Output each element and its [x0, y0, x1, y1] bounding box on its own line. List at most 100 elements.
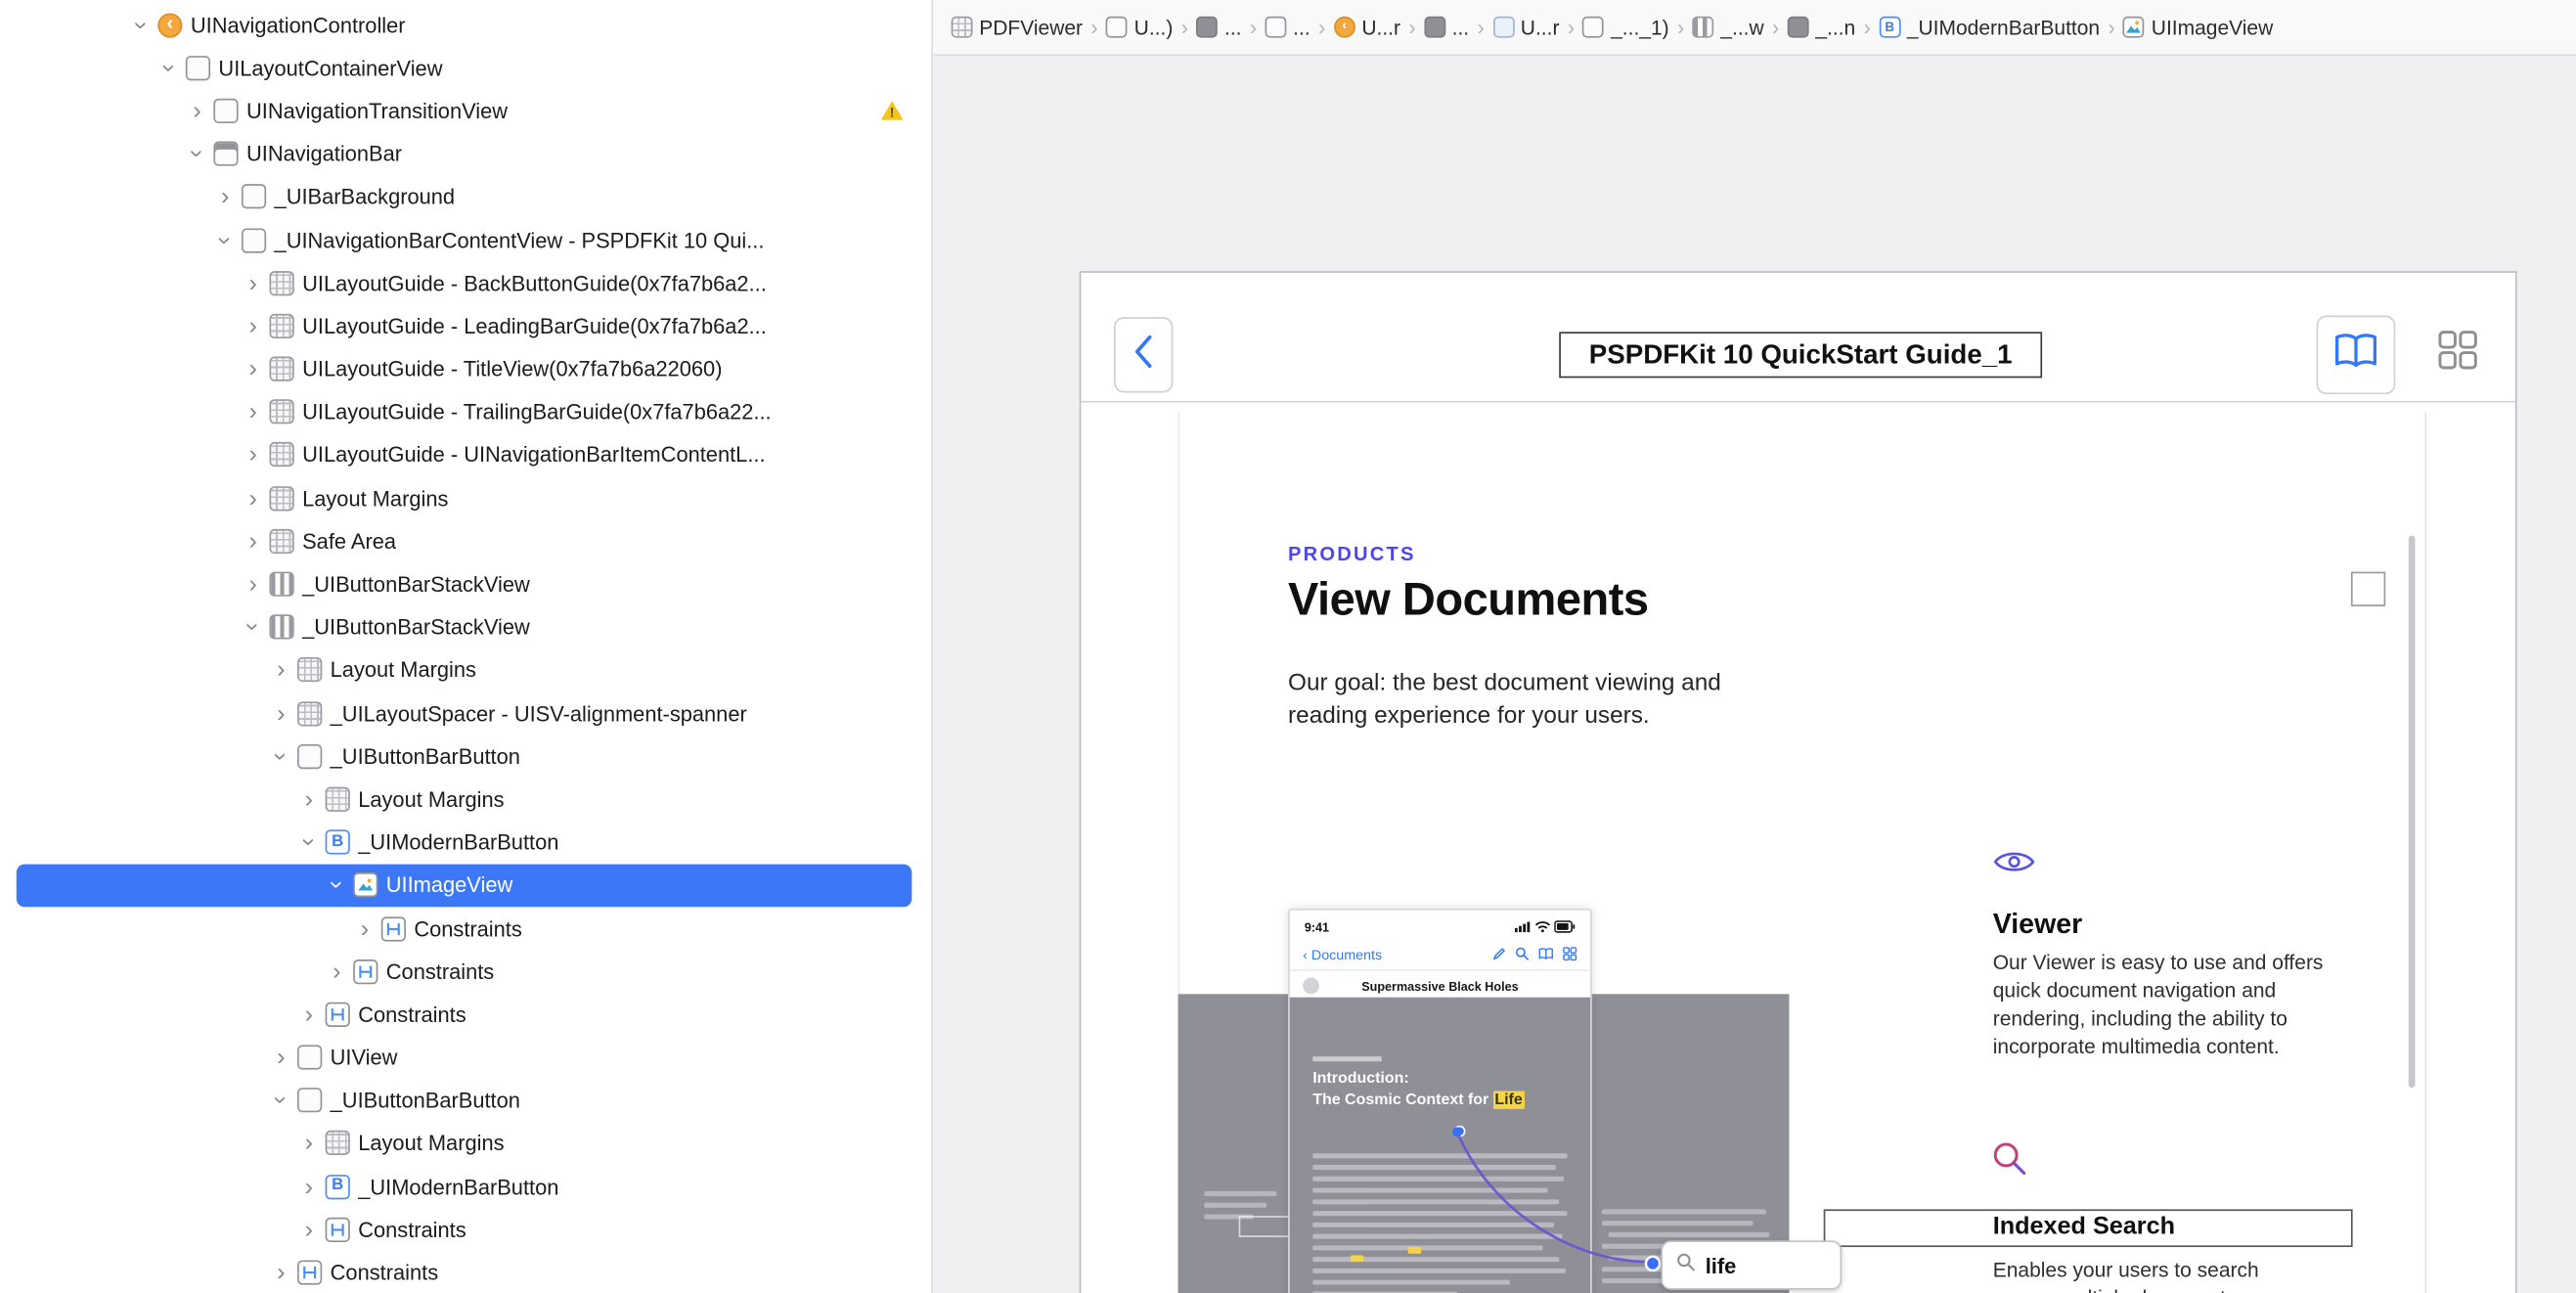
tree-row[interactable]: ›Constraints — [0, 1251, 932, 1293]
jumpbar-item[interactable]: ‹U...r — [1334, 16, 1400, 39]
jumpbar-item-label: ... — [1452, 16, 1470, 39]
tree-row[interactable]: ›Constraints — [0, 1208, 932, 1251]
grid-icon[interactable] — [1563, 947, 1577, 961]
debug-canvas[interactable]: PSPDFKit 10 QuickStart Guide_1 PRODUCTS … — [933, 56, 2576, 1293]
tree-row[interactable]: › Layout Margins — [0, 778, 932, 821]
phone-back-button[interactable]: ‹ Documents — [1303, 946, 1382, 962]
disclosure-triangle[interactable]: › — [156, 58, 181, 77]
tree-row[interactable]: › UIView — [0, 1036, 932, 1079]
disclosure-triangle[interactable]: › — [213, 230, 238, 249]
disclosure-triangle[interactable]: › — [296, 832, 321, 852]
disclosure-triangle[interactable]: › — [244, 443, 263, 468]
scrollbar[interactable] — [2409, 536, 2416, 1088]
jumpbar-item[interactable]: _..._1) — [1583, 16, 1669, 39]
app-snapshot[interactable]: PSPDFKit 10 QuickStart Guide_1 PRODUCTS … — [1080, 271, 2517, 1293]
disclosure-triangle[interactable]: › — [325, 875, 349, 895]
disclosure-triangle[interactable]: › — [271, 1046, 290, 1070]
tree-row[interactable]: ›UINavigationBar — [0, 132, 932, 175]
disclosure-triangle[interactable]: › — [244, 486, 263, 511]
text-line-placeholder — [1312, 1177, 1564, 1181]
tree-row[interactable]: ›Constraints — [0, 950, 932, 993]
tree-row[interactable]: ›‹UINavigationController — [0, 3, 932, 46]
tree-row-label: Layout Margins — [358, 787, 504, 812]
disclosure-triangle[interactable]: › — [355, 916, 375, 941]
annotation-dot[interactable] — [1454, 1126, 1466, 1137]
tree-row[interactable]: ›UILayoutContainerView — [0, 46, 932, 89]
jumpbar-item[interactable]: _...w — [1693, 16, 1764, 39]
warning-icon[interactable]: ! — [880, 101, 904, 120]
tree-row[interactable]: ›B_UIModernBarButton — [0, 1165, 932, 1208]
tree-row[interactable]: ›UILayoutGuide - UINavigationBarItemCont… — [0, 433, 932, 476]
tree-row[interactable]: ›Layout Margins — [0, 1122, 932, 1165]
tree-row[interactable]: ›Constraints — [0, 907, 932, 950]
disclosure-triangle[interactable]: › — [129, 15, 154, 34]
disclosure-triangle[interactable]: › — [188, 99, 207, 123]
disclosure-triangle[interactable]: › — [299, 1175, 319, 1199]
tree-row[interactable]: ›UILayoutGuide - TrailingBarGuide(0x7fa7… — [0, 390, 932, 433]
tree-row-label: UINavigationTransitionView — [246, 99, 508, 123]
breadcrumb-separator: › — [1772, 15, 1779, 39]
thumbnails-button[interactable] — [2428, 324, 2487, 382]
text-line-placeholder — [1312, 1269, 1566, 1272]
phone-title-row: Supermassive Black Holes — [1290, 971, 1590, 1001]
disclosure-triangle[interactable]: › — [244, 314, 263, 338]
tree-row[interactable]: ›_UILayoutSpacer - UISV-alignment-spanne… — [0, 691, 932, 735]
disclosure-triangle[interactable]: › — [299, 1003, 319, 1027]
disclosure-triangle[interactable]: › — [271, 658, 290, 683]
disclosure-triangle[interactable]: › — [215, 185, 235, 209]
tree-row[interactable]: ›Safe Area — [0, 519, 932, 562]
tree-row[interactable]: ›Constraints — [0, 993, 932, 1036]
tree-row[interactable]: ›Layout Margins — [0, 476, 932, 519]
tree-row[interactable]: ›Layout Margins — [0, 648, 932, 691]
disclosure-triangle[interactable]: › — [299, 1132, 319, 1156]
jumpbar-item[interactable]: ... — [1424, 16, 1469, 39]
navbar-title[interactable]: PSPDFKit 10 QuickStart Guide_1 — [1559, 332, 2042, 378]
disclosure-triangle[interactable]: › — [299, 787, 319, 812]
tree-row[interactable]: ›_UIButtonBarStackView — [0, 605, 932, 648]
book-icon[interactable] — [1537, 947, 1554, 961]
empty-selection-square[interactable] — [2351, 572, 2385, 606]
disclosure-triangle[interactable]: › — [299, 1218, 319, 1242]
tree-row[interactable]: ›UILayoutGuide - BackButtonGuide(0x7fa7b… — [0, 261, 932, 304]
tree-row[interactable]: ›_UIBarBackground — [0, 175, 932, 218]
jumpbar-item[interactable]: U...) — [1106, 16, 1173, 39]
disclosure-triangle[interactable]: › — [269, 746, 293, 766]
disclosure-triangle[interactable]: › — [244, 357, 263, 381]
disclosure-triangle[interactable]: › — [244, 529, 263, 554]
outline-button[interactable] — [2317, 316, 2396, 395]
search-query[interactable]: life — [1706, 1253, 1737, 1277]
jumpbar-item[interactable]: ... — [1196, 16, 1241, 39]
disclosure-triangle[interactable]: › — [244, 271, 263, 295]
jumpbar-item[interactable]: _...n — [1788, 16, 1855, 39]
tree-row-label: UIView — [331, 1046, 398, 1070]
tree-row[interactable]: › UINavigationTransitionView! — [0, 89, 932, 132]
jumpbar-item[interactable]: U...r — [1492, 16, 1559, 39]
constraints-icon — [297, 1261, 322, 1285]
disclosure-triangle[interactable]: › — [244, 400, 263, 424]
search-icon[interactable] — [1515, 947, 1530, 961]
tree-row[interactable]: ›UILayoutGuide - TitleView(0x7fa7b6a2206… — [0, 347, 932, 390]
phone-search-highlight: Life — [1493, 1091, 1525, 1108]
jumpbar-item[interactable]: ... — [1266, 16, 1310, 39]
disclosure-triangle[interactable]: › — [271, 701, 290, 726]
tree-row[interactable]: ›UILayoutGuide - LeadingBarGuide(0x7fa7b… — [0, 304, 932, 347]
tree-row[interactable]: ›_UIButtonBarButton — [0, 735, 932, 778]
tree-row[interactable]: ›_UINavigationBarContentView - PSPDFKit … — [0, 218, 932, 261]
view-icon — [297, 1046, 322, 1070]
disclosure-triangle[interactable]: › — [269, 1091, 293, 1110]
jumpbar-item[interactable]: UIImageView — [2123, 16, 2273, 39]
tree-row[interactable]: ›_UIButtonBarButton — [0, 1079, 932, 1122]
disclosure-triangle[interactable]: › — [244, 572, 263, 597]
edit-icon[interactable] — [1491, 947, 1506, 961]
tree-row[interactable]: ›_UIButtonBarStackView — [0, 562, 932, 605]
back-button[interactable] — [1114, 317, 1173, 392]
jumpbar-item[interactable]: PDFViewer — [952, 16, 1083, 39]
disclosure-triangle[interactable]: › — [185, 144, 209, 163]
tree-row[interactable]: ›B_UIModernBarButton — [0, 821, 932, 864]
tree-row[interactable]: ›UIImageView — [17, 864, 912, 907]
disclosure-triangle[interactable]: › — [241, 617, 265, 637]
disclosure-triangle[interactable]: › — [271, 1261, 290, 1285]
jumpbar-item[interactable]: B_UIModernBarButton — [1879, 16, 2100, 39]
disclosure-triangle[interactable]: › — [327, 959, 346, 984]
search-callout[interactable]: life — [1661, 1240, 1842, 1289]
